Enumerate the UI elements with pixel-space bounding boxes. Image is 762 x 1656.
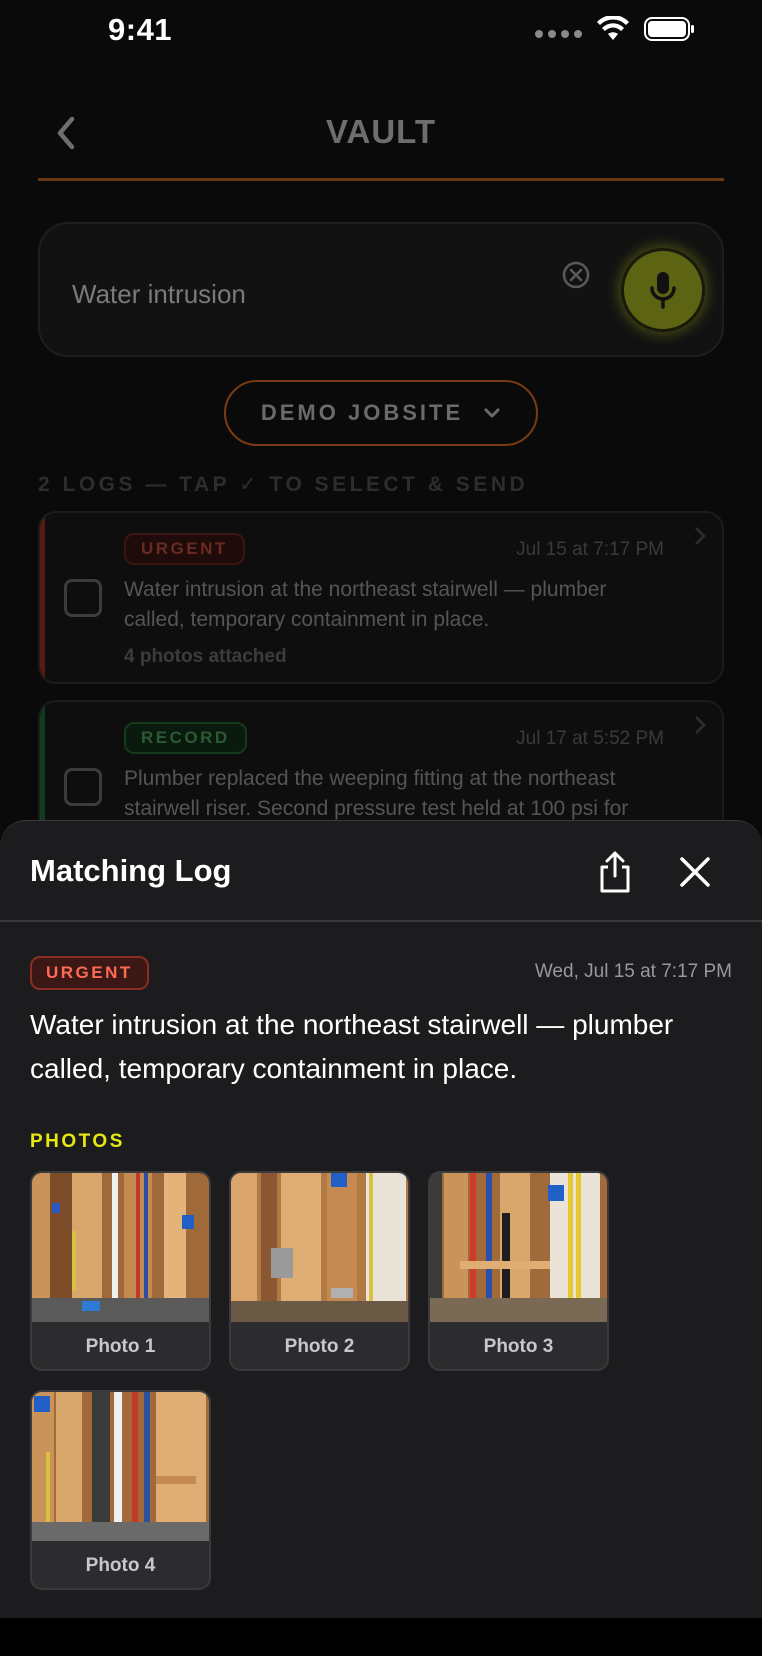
urgent-badge: URGENT [124, 533, 245, 565]
record-badge: RECORD [124, 722, 247, 754]
photo-label: Photo 1 [32, 1322, 209, 1369]
status-bar: 9:41 [0, 0, 762, 60]
microphone-icon [650, 272, 676, 309]
photo-image [231, 1173, 408, 1322]
sheet-header: Matching Log [0, 821, 762, 922]
photo-count: 4 photos attached [124, 646, 287, 667]
log-body: Water intrusion at the northeast stairwe… [30, 1009, 674, 1084]
photo-thumbnail[interactable]: Photo 2 [229, 1171, 410, 1371]
log-date: Jul 15 at 7:17 PM [516, 539, 664, 560]
status-icons [535, 16, 696, 42]
select-checkbox[interactable] [64, 768, 102, 806]
chevron-down-icon [484, 408, 500, 418]
nav-bar: VAULT [38, 95, 724, 181]
clear-icon[interactable] [561, 260, 591, 290]
matching-log-sheet: Matching Log URGENT Wed, Jul 15 at 7:17 … [0, 820, 762, 1618]
urgent-badge: URGENT [30, 956, 149, 990]
logs-count-header: 2 LOGS — TAP ✓ TO SELECT & SEND [38, 473, 529, 496]
log-text: Plumber replaced the weeping fitting at … [124, 767, 629, 820]
log-card[interactable]: URGENT Jul 15 at 7:17 PM Water intrusion… [38, 511, 724, 684]
chevron-right-icon [695, 716, 706, 734]
photo-label: Photo 3 [430, 1322, 607, 1369]
sheet-title: Matching Log [30, 853, 232, 888]
photo-thumbnail[interactable]: Photo 3 [428, 1171, 609, 1371]
search-input[interactable]: Water intrusion [72, 279, 246, 310]
search-field[interactable]: Water intrusion [38, 222, 724, 357]
photo-thumbnail[interactable]: Photo 1 [30, 1171, 211, 1371]
photo-image [430, 1173, 607, 1322]
log-date: Jul 17 at 5:52 PM [516, 728, 664, 749]
jobsite-selector[interactable]: DEMO JOBSITE [224, 380, 538, 446]
close-icon[interactable] [676, 853, 714, 891]
share-icon[interactable] [594, 851, 636, 893]
photos-section-label: PHOTOS [30, 1131, 125, 1152]
photo-image [32, 1392, 209, 1541]
log-date: Wed, Jul 15 at 7:17 PM [534, 961, 732, 982]
battery-icon [644, 17, 694, 41]
photo-thumbnail[interactable]: Photo 4 [30, 1390, 211, 1590]
log-card[interactable]: RECORD Jul 17 at 5:52 PM Plumber replace… [38, 700, 724, 840]
status-time: 9:41 [108, 12, 173, 47]
photo-image [32, 1173, 209, 1322]
cellular-signal-icon [535, 30, 582, 38]
log-text: Water intrusion at the northeast stairwe… [124, 578, 607, 631]
urgent-stripe [40, 513, 45, 682]
voice-search-button[interactable] [621, 248, 705, 332]
chevron-right-icon [695, 527, 706, 545]
jobsite-label: DEMO JOBSITE [260, 400, 464, 425]
record-stripe [40, 702, 45, 838]
home-indicator-area [0, 1618, 762, 1656]
photo-label: Photo 2 [231, 1322, 408, 1369]
select-checkbox[interactable] [64, 579, 102, 617]
photo-label: Photo 4 [32, 1541, 209, 1588]
page-title: VAULT [325, 113, 437, 150]
wifi-icon [597, 16, 629, 40]
